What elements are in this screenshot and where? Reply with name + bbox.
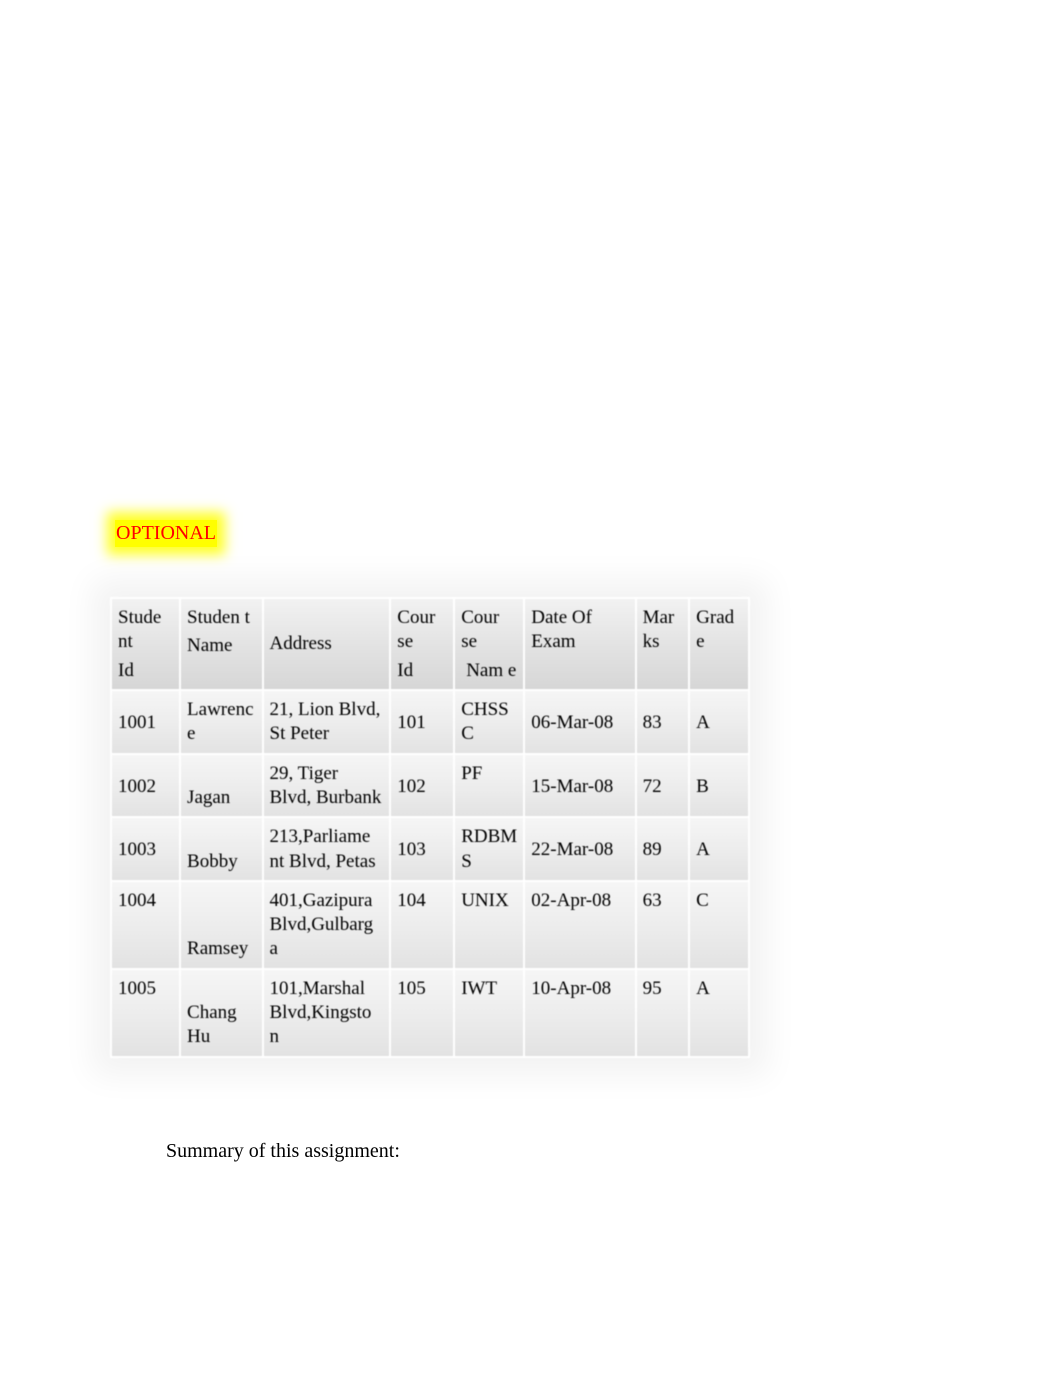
table-row: 1004Ramsey401,Gazipura Blvd,Gulbarg a104… bbox=[111, 881, 749, 969]
cell-marks: 83 bbox=[636, 690, 690, 754]
table-row: 1001Lawrenc e21, Lion Blvd, St Peter101C… bbox=[111, 690, 749, 754]
cell-date-of-exam: 10-Apr-08 bbox=[524, 969, 635, 1057]
cell-grade: A bbox=[689, 817, 749, 881]
table-header-row: Stude nt Id Studen t Name Address Cour s… bbox=[111, 598, 749, 690]
cell-student-id: 1001 bbox=[111, 690, 180, 754]
cell-course-name: RDBM S bbox=[454, 817, 524, 881]
table-row: 1005Chang Hu101,Marshal Blvd,Kingsto n10… bbox=[111, 969, 749, 1057]
cell-date-of-exam: 02-Apr-08 bbox=[524, 881, 635, 969]
table-row: 1002Jagan29, Tiger Blvd, Burbank102PF15-… bbox=[111, 754, 749, 818]
cell-student-name: Chang Hu bbox=[180, 969, 262, 1057]
cell-marks: 95 bbox=[636, 969, 690, 1057]
cell-marks: 63 bbox=[636, 881, 690, 969]
header-grade: Grad e bbox=[689, 598, 749, 690]
cell-course-id: 105 bbox=[390, 969, 454, 1057]
cell-course-id: 104 bbox=[390, 881, 454, 969]
cell-grade: C bbox=[689, 881, 749, 969]
header-address: Address bbox=[263, 598, 391, 690]
students-table-wrap: Stude nt Id Studen t Name Address Cour s… bbox=[110, 597, 750, 1058]
optional-label: OPTIONAL bbox=[115, 520, 217, 547]
cell-course-id: 101 bbox=[390, 690, 454, 754]
cell-marks: 89 bbox=[636, 817, 690, 881]
cell-course-name: CHSS C bbox=[454, 690, 524, 754]
cell-course-id: 103 bbox=[390, 817, 454, 881]
cell-course-name: IWT bbox=[454, 969, 524, 1057]
header-student-name: Studen t Name bbox=[180, 598, 262, 690]
cell-course-name: UNIX bbox=[454, 881, 524, 969]
cell-address: 213,Parliame nt Blvd, Petas bbox=[263, 817, 391, 881]
cell-address: 401,Gazipura Blvd,Gulbarg a bbox=[263, 881, 391, 969]
cell-student-name: Bobby bbox=[180, 817, 262, 881]
cell-date-of-exam: 06-Mar-08 bbox=[524, 690, 635, 754]
cell-address: 29, Tiger Blvd, Burbank bbox=[263, 754, 391, 818]
cell-marks: 72 bbox=[636, 754, 690, 818]
cell-grade: B bbox=[689, 754, 749, 818]
students-table: Stude nt Id Studen t Name Address Cour s… bbox=[110, 597, 750, 1058]
cell-student-id: 1003 bbox=[111, 817, 180, 881]
cell-date-of-exam: 22-Mar-08 bbox=[524, 817, 635, 881]
cell-course-name: PF bbox=[454, 754, 524, 818]
header-student-id: Stude nt Id bbox=[111, 598, 180, 690]
header-marks: Mar ks bbox=[636, 598, 690, 690]
summary-text: Summary of this assignment: bbox=[166, 1140, 952, 1163]
cell-grade: A bbox=[689, 969, 749, 1057]
cell-address: 101,Marshal Blvd,Kingsto n bbox=[263, 969, 391, 1057]
header-course-id: Cour se Id bbox=[390, 598, 454, 690]
cell-student-name: Jagan bbox=[180, 754, 262, 818]
cell-student-id: 1005 bbox=[111, 969, 180, 1057]
cell-address: 21, Lion Blvd, St Peter bbox=[263, 690, 391, 754]
cell-student-id: 1004 bbox=[111, 881, 180, 969]
cell-student-id: 1002 bbox=[111, 754, 180, 818]
cell-date-of-exam: 15-Mar-08 bbox=[524, 754, 635, 818]
header-course-name: Cour se Nam e bbox=[454, 598, 524, 690]
cell-student-name: Ramsey bbox=[180, 881, 262, 969]
cell-course-id: 102 bbox=[390, 754, 454, 818]
table-row: 1003Bobby213,Parliame nt Blvd, Petas103R… bbox=[111, 817, 749, 881]
header-date-of-exam: Date Of Exam bbox=[524, 598, 635, 690]
cell-student-name: Lawrenc e bbox=[180, 690, 262, 754]
cell-grade: A bbox=[689, 690, 749, 754]
document-page: OPTIONAL Stude nt Id Studen t Name bbox=[0, 0, 1062, 1263]
